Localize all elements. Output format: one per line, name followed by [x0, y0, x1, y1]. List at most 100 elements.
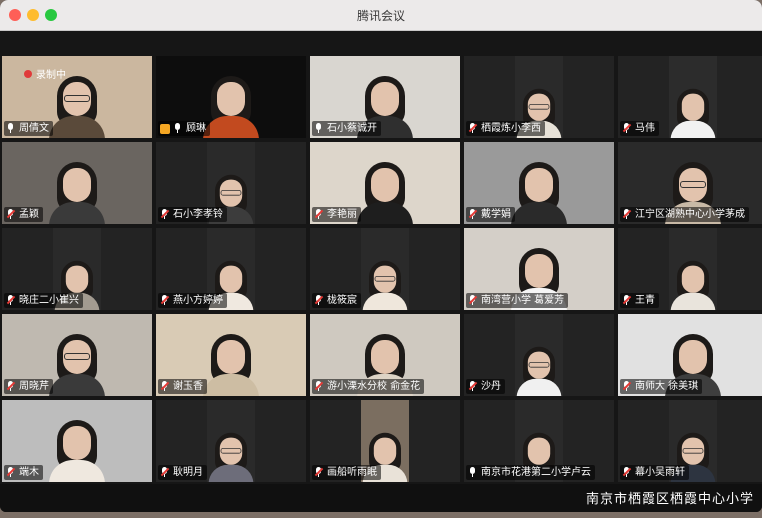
mic-muted-icon	[622, 209, 632, 220]
participant-name: 端木	[19, 467, 39, 478]
participant-name: 谢玉香	[173, 381, 203, 392]
mic-muted-icon	[160, 381, 170, 392]
participant-avatar	[516, 342, 562, 396]
participant-tile[interactable]: 南师大 徐美琪	[618, 314, 762, 396]
participant-name-label: 马伟	[620, 121, 659, 136]
participant-tile[interactable]: 顾琳	[156, 56, 306, 138]
participant-name: 幕小吴雨轩	[635, 467, 685, 478]
participant-tile[interactable]: 沙丹	[464, 314, 614, 396]
participant-tile[interactable]: 周晓芹	[2, 314, 152, 396]
participant-name-label: 南师大 徐美琪	[620, 379, 703, 394]
participant-name: 戴学娟	[481, 209, 511, 220]
participant-name: 周晓芹	[19, 381, 49, 392]
participant-name: 画船听雨眠	[327, 467, 377, 478]
mic-muted-icon	[314, 381, 324, 392]
participant-tile[interactable]: 耿明月	[156, 400, 306, 482]
participant-tile[interactable]: 石小蔡诚开	[310, 56, 460, 138]
participant-tile[interactable]: 南湾营小学 葛爱芳	[464, 228, 614, 310]
participant-name: 周倩文	[19, 123, 49, 134]
mic-muted-icon	[160, 295, 170, 306]
participant-tile[interactable]: 端木	[2, 400, 152, 482]
participant-avatar	[49, 328, 105, 396]
participant-name: 耿明月	[173, 467, 203, 478]
participant-avatar	[670, 84, 716, 138]
participant-tile[interactable]: 栖霞炼小李西	[464, 56, 614, 138]
mic-muted-icon	[160, 209, 170, 220]
participant-tile[interactable]: 戴学娟	[464, 142, 614, 224]
participant-video	[515, 314, 563, 396]
participant-name-label: 王青	[620, 293, 659, 308]
participant-name-label: 孟颖	[4, 207, 43, 222]
mic-icon	[173, 123, 182, 134]
video-grid: 周倩文 录制中顾琳 石小蔡诚开 栖霞炼小李西 马伟孟颖 石小李孝铃 李艳丽 戴学娟 江宁区湖熟中…	[2, 56, 762, 484]
participant-name: 栊筱宸	[327, 295, 357, 306]
participant-name-label: 南京市花港第二小学卢云	[466, 465, 595, 480]
participant-tile[interactable]: 李艳丽	[310, 142, 460, 224]
participant-name: 石小李孝铃	[173, 209, 223, 220]
participant-tile[interactable]: 马伟	[618, 56, 762, 138]
participant-name: 顾琳	[186, 123, 206, 134]
participant-name-label: 晓庄二小崔兴	[4, 293, 83, 308]
participant-name: 江宁区湖熟中心小学茅成	[635, 209, 745, 220]
mic-muted-icon	[622, 295, 632, 306]
mic-icon	[6, 123, 15, 134]
meeting-window: 腾讯会议 周倩文 录制中顾琳 石小蔡诚开 栖霞炼小李西 马伟孟颖 石小李孝铃 李艳丽 戴学娟 江…	[0, 0, 762, 512]
participant-name-label: 栊筱宸	[312, 293, 361, 308]
participant-name: 南湾营小学 葛爱芳	[481, 295, 565, 306]
participant-tile[interactable]: 江宁区湖熟中心小学茅成	[618, 142, 762, 224]
title-bar: 腾讯会议	[0, 0, 762, 31]
participant-name-label: 栖霞炼小李西	[466, 121, 545, 136]
participant-tile[interactable]: 孟颖	[2, 142, 152, 224]
host-icon	[160, 123, 170, 134]
participant-name: 栖霞炼小李西	[481, 123, 541, 134]
participant-name: 李艳丽	[327, 209, 357, 220]
participant-avatar	[49, 156, 105, 224]
participant-name-label: 燕小方婷婷	[158, 293, 227, 308]
participant-video	[207, 400, 255, 482]
participant-avatar	[49, 414, 105, 482]
record-dot-icon	[24, 69, 32, 78]
participant-name-label: 沙丹	[466, 379, 505, 394]
participant-avatar	[511, 156, 567, 224]
mic-muted-icon	[622, 467, 632, 478]
participant-name-label: 李艳丽	[312, 207, 361, 222]
mic-muted-icon	[468, 381, 478, 392]
mic-muted-icon	[622, 381, 632, 392]
participant-name: 马伟	[635, 123, 655, 134]
participant-tile[interactable]: 栊筱宸	[310, 228, 460, 310]
mic-muted-icon	[622, 123, 632, 134]
participant-tile[interactable]: 南京市花港第二小学卢云	[464, 400, 614, 482]
mic-muted-icon	[468, 123, 478, 134]
recording-label: 录制中	[36, 70, 66, 81]
mic-muted-icon	[314, 209, 324, 220]
participant-name: 南京市花港第二小学卢云	[481, 467, 591, 478]
participant-name-label: 谢玉香	[158, 379, 207, 394]
participant-tile[interactable]: 游小溧水分校 俞金花	[310, 314, 460, 396]
participant-name: 王青	[635, 295, 655, 306]
recording-indicator: 录制中	[24, 66, 66, 81]
participant-name-label: 幕小吴雨轩	[620, 465, 689, 480]
participant-video	[361, 228, 409, 310]
participant-tile[interactable]: 谢玉香	[156, 314, 306, 396]
participant-tile[interactable]: 石小李孝铃	[156, 142, 306, 224]
mic-icon	[314, 123, 323, 134]
participant-tile[interactable]: 幕小吴雨轩	[618, 400, 762, 482]
participant-tile[interactable]: 王青	[618, 228, 762, 310]
participant-name: 孟颖	[19, 209, 39, 220]
participant-name-label: 石小蔡诚开	[312, 121, 381, 136]
participant-name-label: 戴学娟	[466, 207, 515, 222]
participant-name: 石小蔡诚开	[327, 123, 377, 134]
participant-name-label: 江宁区湖熟中心小学茅成	[620, 207, 749, 222]
participant-name-label: 画船听雨眠	[312, 465, 381, 480]
participant-name-label: 顾琳	[158, 121, 210, 136]
participant-tile[interactable]: 燕小方婷婷	[156, 228, 306, 310]
participant-avatar	[670, 256, 716, 310]
participant-video	[669, 56, 717, 138]
participant-name: 燕小方婷婷	[173, 295, 223, 306]
participant-tile[interactable]: 晓庄二小崔兴	[2, 228, 152, 310]
participant-avatar	[203, 328, 259, 396]
participant-name: 晓庄二小崔兴	[19, 295, 79, 306]
participant-tile[interactable]: 画船听雨眠	[310, 400, 460, 482]
participant-name: 南师大 徐美琪	[635, 381, 699, 392]
participant-tile[interactable]: 周倩文 录制中	[2, 56, 152, 138]
